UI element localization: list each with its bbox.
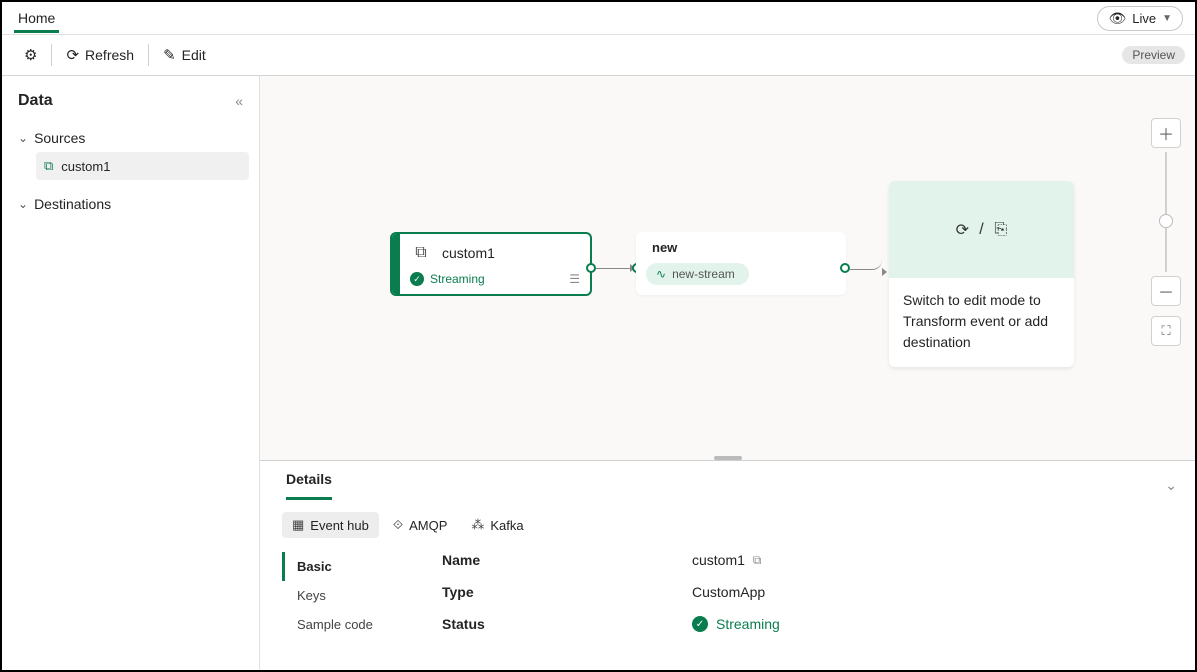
subnav-keys[interactable]: Keys — [282, 581, 412, 610]
protocol-tab-label: Event hub — [310, 518, 369, 533]
node-title: new — [652, 240, 836, 255]
sidebar-title: Data — [18, 92, 53, 110]
preview-badge: Preview — [1122, 46, 1185, 64]
edit-icon: ✎ — [163, 46, 176, 64]
prop-status-value: Streaming — [716, 616, 780, 632]
source-node-icon: ⧉ — [410, 242, 432, 264]
prop-name-label: Name — [442, 552, 692, 568]
sources-label: Sources — [34, 130, 85, 146]
details-panel: Details ⌄ ▦ Event hub ⟐ AMQP ⁂ Kafka — [260, 460, 1195, 670]
node-source-custom1[interactable]: ⧉ custom1 ✓ Streaming ☰ — [390, 232, 592, 296]
transform-icon: ⟳ — [953, 221, 971, 239]
protocol-tab-amqp[interactable]: ⟐ AMQP — [383, 512, 458, 538]
output-icon: ⎘ — [992, 221, 1010, 239]
kafka-icon: ⁂ — [471, 517, 484, 533]
flow-canvas[interactable]: ⧉ custom1 ✓ Streaming ☰ — [260, 76, 1195, 460]
node-title: custom1 — [442, 245, 495, 261]
collapse-details-icon[interactable]: ⌄ — [1165, 477, 1177, 494]
edit-label: Edit — [182, 47, 206, 63]
sidebar-item-custom1[interactable]: ⧉ custom1 — [36, 152, 249, 180]
collapse-sidebar-icon[interactable]: « — [235, 93, 243, 109]
amqp-icon: ⟐ — [393, 517, 403, 533]
chevron-down-icon: ▼ — [1162, 13, 1172, 24]
settings-button[interactable]: ⚙ — [12, 35, 49, 75]
prop-name-value: custom1 — [692, 552, 745, 568]
protocol-tab-label: AMQP — [409, 518, 447, 533]
sidebar-sources-header[interactable]: ⌄ Sources — [12, 124, 249, 152]
refresh-icon: ⟳ — [66, 46, 79, 64]
source-icon: ⧉ — [44, 158, 53, 174]
zoom-fit-button[interactable]: ⛶ — [1151, 316, 1181, 346]
edit-button[interactable]: ✎ Edit — [151, 35, 218, 75]
status-check-icon: ✓ — [410, 272, 424, 286]
edge — [850, 258, 882, 270]
panel-resize-handle[interactable] — [714, 456, 742, 460]
prop-type-value: CustomApp — [692, 584, 765, 600]
arrowhead-icon — [882, 268, 887, 276]
tab-home[interactable]: Home — [14, 4, 59, 33]
sidebar: Data « ⌄ Sources ⧉ custom1 ⌄ Destination… — [2, 76, 260, 670]
chevron-down-icon: ⌄ — [18, 197, 28, 211]
edge — [596, 268, 632, 269]
zoom-in-button[interactable]: ＋ — [1151, 118, 1181, 148]
refresh-label: Refresh — [85, 47, 134, 63]
node-output-port[interactable] — [586, 263, 596, 273]
zoom-slider-track[interactable] — [1165, 152, 1167, 272]
node-output-port[interactable] — [840, 263, 850, 273]
live-label: Live — [1132, 11, 1156, 26]
stream-chip-label: new-stream — [672, 267, 735, 281]
details-tab[interactable]: Details — [286, 471, 332, 500]
stream-chip[interactable]: ∿ new-stream — [646, 263, 749, 285]
refresh-button[interactable]: ⟳ Refresh — [54, 35, 146, 75]
zoom-slider-thumb[interactable] — [1159, 214, 1173, 228]
prop-status-label: Status — [442, 616, 692, 632]
protocol-tab-eventhub[interactable]: ▦ Event hub — [282, 512, 379, 538]
prop-type-label: Type — [442, 584, 692, 600]
stream-icon: ∿ — [656, 267, 666, 281]
node-status: Streaming — [430, 272, 485, 286]
node-menu-icon[interactable]: ☰ — [569, 272, 580, 286]
eventhub-icon: ▦ — [292, 517, 304, 533]
destinations-label: Destinations — [34, 196, 111, 212]
sidebar-item-label: custom1 — [61, 159, 110, 174]
separator: / — [979, 221, 983, 239]
sidebar-destinations-header[interactable]: ⌄ Destinations — [12, 190, 249, 218]
eye-icon: 👁 — [1108, 10, 1126, 27]
copy-icon[interactable]: ⧉ — [753, 553, 762, 568]
live-mode-toggle[interactable]: 👁 Live ▼ — [1097, 6, 1183, 31]
protocol-tab-kafka[interactable]: ⁂ Kafka — [461, 512, 533, 538]
zoom-out-button[interactable]: － — [1151, 276, 1181, 306]
node-stream-new[interactable]: new ∿ new-stream — [636, 232, 846, 295]
divider — [148, 44, 149, 66]
gear-icon: ⚙ — [24, 46, 37, 64]
status-check-icon: ✓ — [692, 616, 708, 632]
subnav-sample-code[interactable]: Sample code — [282, 610, 412, 639]
node-accent-bar — [392, 234, 400, 294]
subnav-basic[interactable]: Basic — [282, 552, 412, 581]
node-dest-text: Switch to edit mode to Transform event o… — [889, 278, 1074, 367]
chevron-down-icon: ⌄ — [18, 131, 28, 145]
protocol-tab-label: Kafka — [490, 518, 523, 533]
divider — [51, 44, 52, 66]
node-destination-placeholder[interactable]: ⟳ / ⎘ Switch to edit mode to Transform e… — [889, 181, 1074, 367]
